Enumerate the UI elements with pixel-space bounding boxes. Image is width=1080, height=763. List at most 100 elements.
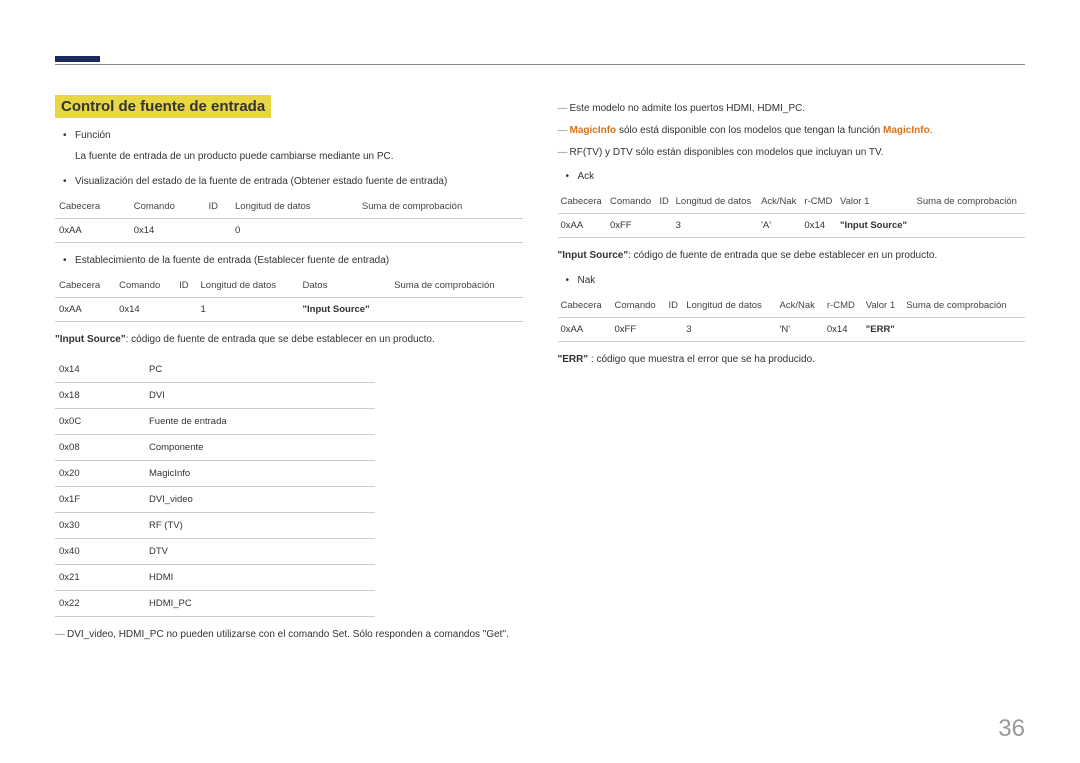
bullet-visualizacion: • Visualización del estado de la fuente … [75,174,523,189]
source-name: HDMI [145,565,375,591]
set-state-table: Cabecera Comando ID Longitud de datos Da… [55,274,523,322]
td [656,214,672,238]
td [666,318,684,342]
bullet-text: Visualización del estado de la fuente de… [75,176,447,187]
td: 0xAA [55,298,115,322]
note-text: sólo está disponible con los modelos que… [616,125,883,136]
th: Cabecera [55,195,130,219]
source-code: 0x0C [55,409,145,435]
input-source-desc-2: "Input Source": código de fuente de entr… [558,248,1026,263]
source-code: 0x40 [55,539,145,565]
th: ID [666,294,684,318]
td: 1 [197,298,299,322]
th: Suma de comprobación [390,274,522,298]
source-name: PC [145,357,375,383]
table-header-row: Cabecera Comando ID Longitud de datos Ac… [558,190,1026,214]
table-row: 0x22HDMI_PC [55,591,375,617]
th: Suma de comprobación [903,294,1025,318]
source-code: 0x14 [55,357,145,383]
table-row: 0x08Componente [55,435,375,461]
td: 3 [673,214,758,238]
bullet-text: Función [75,130,111,141]
source-code: 0x30 [55,513,145,539]
td [204,219,231,243]
td: 0x14 [801,214,837,238]
table-row: 0xAA 0xFF 3 'A' 0x14 "Input Source" [558,214,1026,238]
th: Datos [299,274,391,298]
table-row: 0x18DVI [55,383,375,409]
source-code: 0x22 [55,591,145,617]
section-title: Control de fuente de entrada [55,95,271,118]
header-accent [55,56,100,62]
td [903,318,1025,342]
table-row: 0x1FDVI_video [55,487,375,513]
table-row: 0x20MagicInfo [55,461,375,487]
source-name: DVI [145,383,375,409]
ack-table: Cabecera Comando ID Longitud de datos Ac… [558,190,1026,238]
page-number: 36 [998,715,1025,743]
th: ID [175,274,196,298]
th: Longitud de datos [197,274,299,298]
bullet-dot-icon: • [566,273,570,288]
table-row: 0x30RF (TV) [55,513,375,539]
td: 0xFF [607,214,656,238]
source-name: RF (TV) [145,513,375,539]
td: 0xAA [558,214,607,238]
td: 0xAA [558,318,612,342]
desc-bold: "Input Source" [558,250,629,261]
desc-rest: : código de fuente de entrada que se deb… [126,334,435,345]
td [175,298,196,322]
bullet-text: Ack [578,171,595,182]
td: 0 [231,219,358,243]
note-hdmi-ports: Este modelo no admite los puertos HDMI, … [558,101,1026,117]
bullet-text: Establecimiento de la fuente de entrada … [75,255,389,266]
bullet-ack: • Ack [578,169,1026,184]
source-code: 0x08 [55,435,145,461]
bullet-dot-icon: • [566,169,570,184]
td: 0x14 [130,219,205,243]
note-rftv: RF(TV) y DTV sólo están disponibles con … [558,145,1026,161]
bullet-funcion: • Función [75,128,523,143]
table-row: 0xAA 0xFF 3 'N' 0x14 "ERR" [558,318,1026,342]
source-name: HDMI_PC [145,591,375,617]
table-row: 0x14PC [55,357,375,383]
header-rule [55,64,1025,66]
td: 'N' [777,318,824,342]
td: 0xFF [612,318,666,342]
th: r-CMD [824,294,863,318]
th: r-CMD [801,190,837,214]
bullet-nak: • Nak [578,273,1026,288]
td: 0x14 [115,298,175,322]
source-code: 0x20 [55,461,145,487]
note-text: . [930,125,933,136]
bullet-dot-icon: • [63,128,67,143]
input-source-desc: "Input Source": código de fuente de entr… [55,332,523,347]
source-name: MagicInfo [145,461,375,487]
magicinfo-label: MagicInfo [570,125,617,136]
source-name: DTV [145,539,375,565]
th: Cabecera [558,294,612,318]
right-column: Este modelo no admite los puertos HDMI, … [558,95,1026,649]
bullet-dot-icon: • [63,174,67,189]
source-codes-table: 0x14PC0x18DVI0x0CFuente de entrada0x08Co… [55,357,375,617]
source-code: 0x18 [55,383,145,409]
err-desc: "ERR" : código que muestra el error que … [558,352,1026,367]
table-header-row: Cabecera Comando ID Longitud de datos Da… [55,274,523,298]
source-name: Componente [145,435,375,461]
th: Longitud de datos [673,190,758,214]
desc-bold: "Input Source" [55,334,126,345]
th: Comando [607,190,656,214]
td [914,214,1025,238]
td: 3 [683,318,776,342]
note-dvi-hdmi: DVI_video, HDMI_PC no pueden utilizarse … [55,627,523,643]
th: Comando [115,274,175,298]
td: "Input Source" [837,214,914,238]
td [390,298,522,322]
th: ID [656,190,672,214]
desc-rest: : código de fuente de entrada que se deb… [628,250,937,261]
th: ID [204,195,231,219]
nak-table: Cabecera Comando ID Longitud de datos Ac… [558,294,1026,342]
td: 0xAA [55,219,130,243]
td: "ERR" [863,318,904,342]
th: Suma de comprobación [914,190,1025,214]
